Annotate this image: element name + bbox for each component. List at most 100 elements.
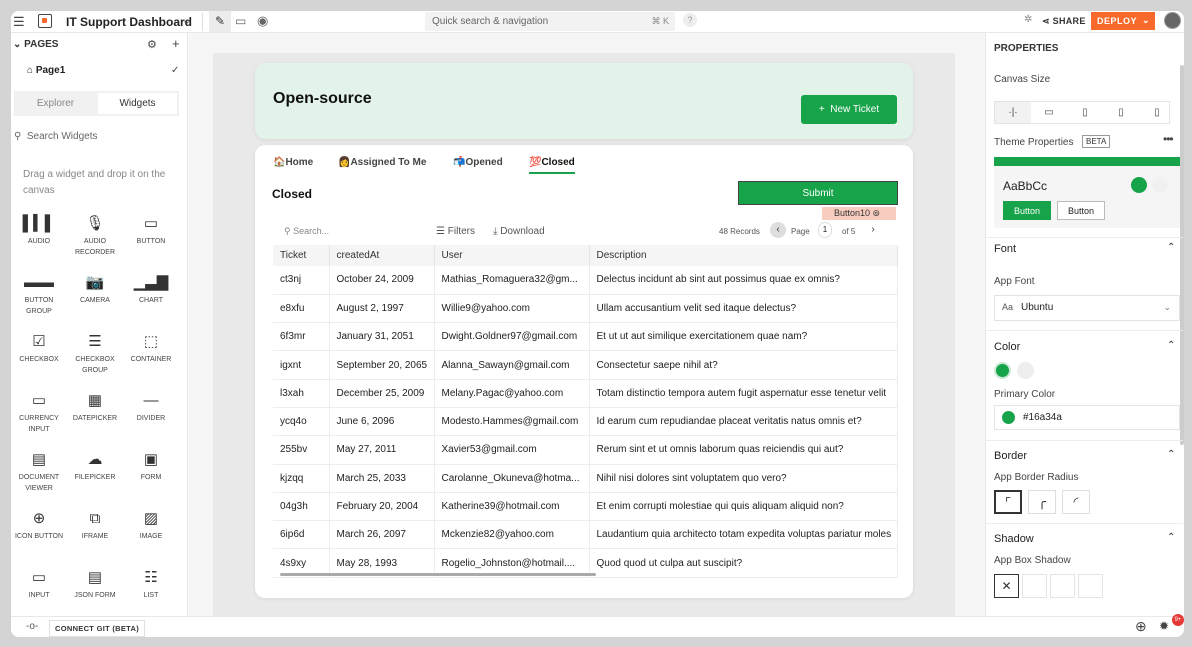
table-cell[interactable]: Xavier53@gmail.com — [434, 435, 590, 465]
table-cell[interactable]: 04g3h — [273, 492, 330, 522]
theme-preview-card[interactable]: AaBbCc Button Button — [994, 157, 1180, 228]
color-section-header[interactable]: Color — [994, 341, 1020, 353]
table-cell[interactable]: Consectetur saepe nihil at? — [589, 350, 898, 380]
table-row[interactable]: e8xfu August 2, 1997 Willie9@yahoo.com Ulla… — [273, 294, 898, 324]
table-cell[interactable]: December 25, 2009 — [329, 379, 435, 408]
table-cell[interactable]: e8xfu — [273, 294, 330, 324]
shadow-medium-option[interactable] — [1050, 574, 1075, 598]
chevron-up-icon[interactable]: ⌃ — [1167, 532, 1175, 543]
app-title[interactable]: IT Support Dashboard — [66, 15, 192, 29]
table-cell[interactable]: May 27, 2011 — [329, 435, 435, 465]
tickets-container[interactable]: 🏠Home 👩Assigned To Me 📬Opened 💯Closed Cl… — [255, 145, 913, 598]
table-cell[interactable]: 255bv — [273, 435, 330, 465]
color-swatch-primary[interactable] — [994, 362, 1011, 379]
table-cell[interactable]: Alanna_Sawayn@gmail.com — [434, 350, 590, 380]
table-row[interactable]: l3xah December 25, 2009 Melany.Pagac@yahoo… — [273, 379, 898, 408]
quick-search-input[interactable]: Quick search & navigation ⌘ K — [425, 12, 675, 31]
widget-currency-input[interactable]: ▭ CURRENCY INPUT — [11, 391, 67, 435]
table-cell[interactable]: Willie9@yahoo.com — [434, 294, 590, 324]
filters-button[interactable]: ☰ Filters — [436, 226, 475, 237]
widget-list[interactable]: ☷ LIST — [123, 568, 179, 601]
table-cell[interactable]: Melany.Pagac@yahoo.com — [434, 379, 590, 408]
add-page-icon[interactable]: + — [172, 36, 180, 51]
table-cell[interactable]: January 31, 2051 — [329, 322, 435, 352]
table-cell[interactable]: Mathias_Romaguera32@gm... — [434, 266, 590, 295]
chevron-down-icon[interactable]: ⌄ — [182, 14, 191, 27]
prev-page-button[interactable]: ‹ — [770, 222, 786, 238]
table-row[interactable]: ycq4o June 6, 2096 Modesto.Hammes@gmail.co… — [273, 407, 898, 437]
chevron-down-icon[interactable]: ⌄ — [13, 39, 24, 50]
tab-home[interactable]: 🏠Home — [273, 157, 313, 168]
font-section-header[interactable]: Font — [994, 243, 1016, 255]
table-cell[interactable]: l3xah — [273, 379, 330, 408]
page-item[interactable]: ⌂ Page1 — [27, 65, 65, 76]
theme-toggle-icon[interactable]: ✲ — [1024, 14, 1032, 25]
table-cell[interactable]: Rerum sint et ut omnis laborum quas reic… — [589, 435, 898, 465]
table-row[interactable]: 6f3mr January 31, 2051 Dwight.Goldner97@gm… — [273, 322, 898, 352]
table-cell[interactable]: igxnt — [273, 350, 330, 380]
help-circle-icon[interactable]: ⊕ — [1135, 618, 1147, 635]
next-page-button[interactable]: › — [865, 222, 881, 238]
chevron-up-icon[interactable]: ⌃ — [1167, 340, 1175, 351]
widget-audio[interactable]: ▌▍▌ AUDIO — [11, 214, 67, 247]
submit-button[interactable]: Submit — [737, 180, 899, 206]
download-button[interactable]: ⤓ Download — [493, 226, 545, 237]
table-row[interactable]: 6ip6d March 26, 2097 Mckenzie82@yahoo.com L… — [273, 520, 898, 550]
debugger-bug-icon[interactable]: ✹ — [1159, 619, 1169, 633]
tablet-landscape-icon[interactable]: ▯ — [1067, 102, 1103, 123]
widget-icon-button[interactable]: ⊕ ICON BUTTON — [11, 509, 67, 542]
widget-form[interactable]: ▣ FORM — [123, 450, 179, 483]
tab-widgets[interactable]: Widgets — [98, 93, 177, 114]
widget-button-group[interactable]: ▬▬ BUTTON GROUP — [11, 273, 67, 317]
color-swatch-background[interactable] — [1017, 362, 1034, 379]
share-button[interactable]: ⋖ SHARE — [1042, 16, 1086, 27]
column-header[interactable]: createdAt — [329, 245, 435, 266]
table-cell[interactable]: Dwight.Goldner97@gmail.com — [434, 322, 590, 352]
tab-opened[interactable]: 📬Opened — [453, 157, 503, 168]
table-cell[interactable]: June 6, 2096 — [329, 407, 435, 437]
widget-camera[interactable]: 📷 CAMERA — [67, 273, 123, 306]
column-header[interactable]: User — [434, 245, 590, 266]
header-container[interactable]: Open-source + New Ticket — [255, 63, 913, 139]
table-cell[interactable]: 6ip6d — [273, 520, 330, 550]
widget-audio-recorder[interactable]: 🎙 AUDIO RECORDER — [67, 214, 123, 258]
widget-divider[interactable]: — DIVIDER — [123, 391, 179, 424]
avatar[interactable] — [1164, 12, 1181, 29]
table-row[interactable]: 255bv May 27, 2011 Xavier53@gmail.com Rerum… — [273, 435, 898, 465]
widget-checkbox[interactable]: ☑ CHECKBOX — [11, 332, 67, 365]
widget-container[interactable]: ⬚ CONTAINER — [123, 332, 179, 365]
primary-color-input[interactable]: #16a34a — [994, 405, 1180, 430]
table-cell[interactable]: Ullam accusantium velit sed itaque delec… — [589, 294, 898, 324]
column-header[interactable]: Description — [589, 245, 898, 266]
edit-mode-icon[interactable]: ✎ — [209, 11, 231, 32]
table-search-input[interactable]: ⚲ Search... — [284, 226, 329, 237]
tab-explorer[interactable]: Explorer — [16, 93, 95, 114]
table-cell[interactable]: Laudantium quia architecto totam expedit… — [589, 520, 898, 550]
widget-document-viewer[interactable]: ▤ DOCUMENT VIEWER — [11, 450, 67, 494]
table-cell[interactable]: August 2, 1997 — [329, 294, 435, 324]
table-cell[interactable]: Et ut ut aut similique exercitationem qu… — [589, 322, 898, 352]
widget-json-form[interactable]: ▤ JSON FORM — [67, 568, 123, 601]
table-cell[interactable]: kjzqq — [273, 464, 330, 493]
page-number-input[interactable]: 1 — [818, 222, 832, 238]
radius-large-icon[interactable]: ◜ — [1062, 490, 1090, 514]
tab-assigned-to-me[interactable]: 👩Assigned To Me — [338, 157, 426, 168]
chevron-down-icon[interactable]: ⌄ — [1142, 15, 1150, 26]
fluid-width-icon[interactable]: ·|· — [995, 102, 1031, 123]
help-icon[interactable]: ? — [683, 13, 697, 27]
column-header[interactable]: Ticket — [273, 245, 330, 266]
connect-git-button[interactable]: CONNECT GIT (BETA) — [49, 620, 146, 637]
widget-chart[interactable]: ▁▃▇ CHART — [123, 273, 179, 306]
shadow-large-option[interactable] — [1078, 574, 1103, 598]
app-logo-icon[interactable] — [38, 14, 52, 28]
table-cell[interactable]: Nihil nisi dolores sint voluptatem quo v… — [589, 464, 898, 493]
table-cell[interactable]: September 20, 2065 — [329, 350, 435, 380]
table-cell[interactable]: March 26, 2097 — [329, 520, 435, 550]
shadow-none-icon[interactable]: ✕ — [994, 574, 1019, 598]
comment-icon[interactable]: ▭ — [235, 14, 246, 28]
more-options-icon[interactable]: ••• — [1163, 132, 1174, 146]
table-cell[interactable]: Delectus incidunt ab sint aut possimus q… — [589, 266, 898, 295]
mobile-icon[interactable]: ▯ — [1139, 102, 1175, 123]
widget-iframe[interactable]: ⧉ IFRAME — [67, 509, 123, 542]
tablet-icon[interactable]: ▯ — [1103, 102, 1139, 123]
